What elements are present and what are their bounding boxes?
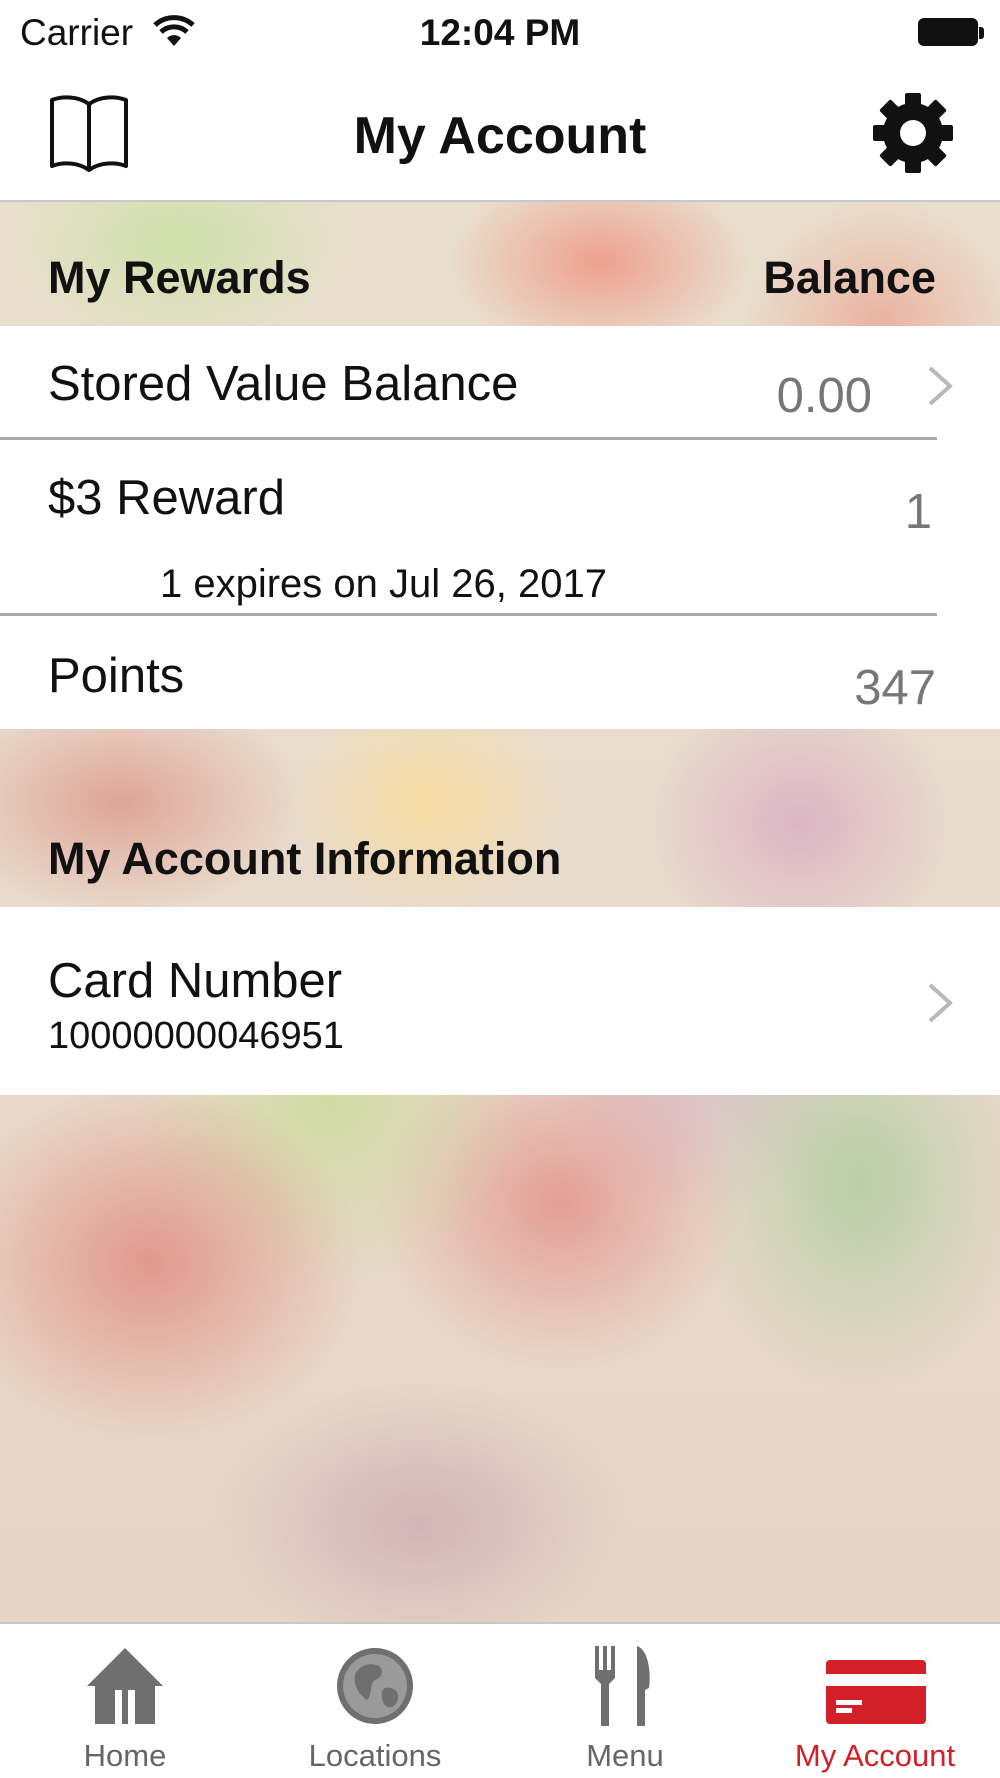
page-title: My Account xyxy=(353,107,647,165)
stored-value-row[interactable]: Stored Value Balance 0.00 xyxy=(0,326,1000,440)
card-number-value: 10000000046951 xyxy=(48,1015,344,1057)
tab-locations[interactable]: Locations xyxy=(250,1624,500,1778)
home-icon xyxy=(87,1648,163,1724)
chevron-right-icon xyxy=(928,366,953,406)
reward-expiry: 1 expires on Jul 26, 2017 xyxy=(160,562,607,606)
battery-icon xyxy=(918,18,978,46)
account-info-section-header: My Account Information xyxy=(0,729,1000,907)
nav-bar: My Account xyxy=(0,68,1000,202)
tab-label: My Account xyxy=(794,1738,956,1773)
reward-count: 1 xyxy=(904,485,932,539)
card-number-row[interactable]: Card Number 10000000046951 xyxy=(0,907,1000,1095)
credit-card-icon xyxy=(826,1660,926,1724)
rewards-header-title: My Rewards xyxy=(48,252,311,303)
fork-knife-icon xyxy=(595,1646,650,1726)
balance-header-label: Balance xyxy=(763,252,936,303)
status-time: 12:04 PM xyxy=(419,12,581,53)
battery-tip xyxy=(979,27,984,39)
tab-label: Locations xyxy=(308,1738,442,1773)
tab-my-account[interactable]: My Account xyxy=(750,1624,1000,1778)
card-number-label: Card Number xyxy=(48,954,343,1008)
chevron-right-icon xyxy=(928,983,953,1023)
gear-icon[interactable] xyxy=(872,92,954,174)
points-label: Points xyxy=(48,649,185,703)
tab-menu[interactable]: Menu xyxy=(500,1624,750,1778)
tab-label: Home xyxy=(83,1738,167,1773)
points-row: Points 347 xyxy=(0,616,1000,729)
tab-bar: Home Locations Menu My Account xyxy=(0,1622,1000,1778)
globe-icon xyxy=(337,1648,413,1724)
account-info-header-title: My Account Information xyxy=(48,833,562,884)
rewards-section-header: My Rewards Balance xyxy=(0,202,1000,326)
tab-label: Menu xyxy=(586,1738,664,1773)
status-bar: Carrier 12:04 PM xyxy=(0,0,1000,68)
stored-value-label: Stored Value Balance xyxy=(48,357,519,411)
reward-label: $3 Reward xyxy=(48,471,285,525)
tab-home[interactable]: Home xyxy=(0,1624,250,1778)
points-value: 347 xyxy=(854,661,936,715)
stored-value-amount: 0.00 xyxy=(776,369,872,423)
reward-row: $3 Reward 1 1 expires on Jul 26, 2017 xyxy=(0,440,1000,616)
